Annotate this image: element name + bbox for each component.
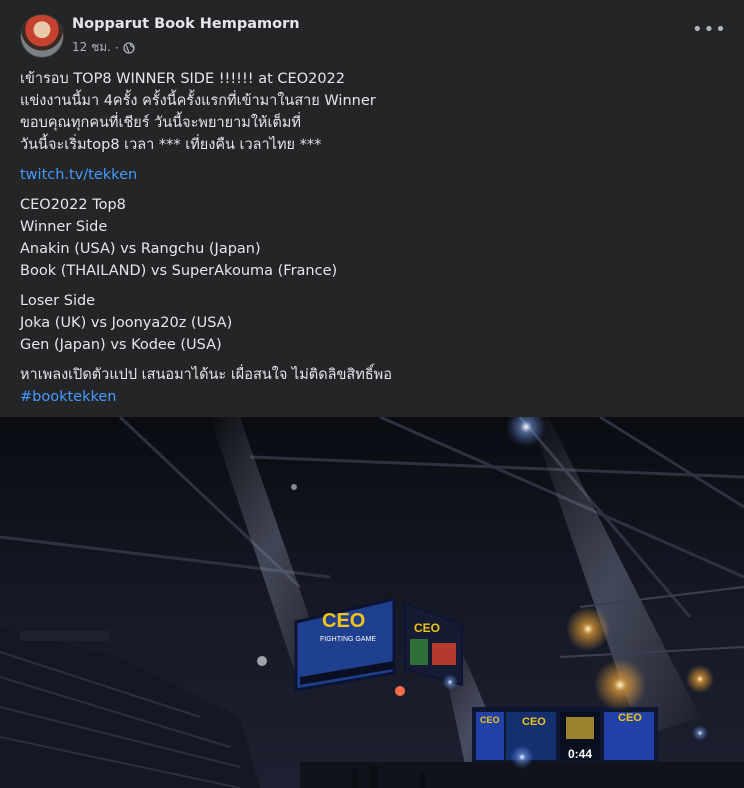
stage-screen-right: CEO	[618, 712, 642, 724]
post-text: เข้ารอบ TOP8 WINNER SIDE !!!!!! at CEO20…	[20, 68, 720, 408]
facebook-post: Nopparut Book Hempamorn 12 ชม. · ••• เข้…	[0, 0, 744, 788]
meta-separator: ·	[114, 40, 119, 55]
text-line: ขอบคุณทุกคนที่เชียร์ วันนี้จะพยายามให้เต…	[20, 115, 301, 131]
winner-side-label: Winner Side	[20, 219, 108, 235]
avatar[interactable]	[20, 14, 64, 58]
loser-side-label: Loser Side	[20, 293, 96, 309]
stage-screen-mid: CEO	[522, 716, 546, 728]
bracket-title: CEO2022 Top8	[20, 197, 126, 213]
text-line: แข่งงานนี้มา 4ครั้ง ครั้งนี้ครั้งแรกที่เ…	[20, 93, 376, 109]
screen-subtitle: FIGHTING GAME	[320, 636, 376, 643]
hashtag-link[interactable]: #booktekken	[20, 386, 720, 408]
match-line: Gen (Japan) vs Kodee (USA)	[20, 337, 222, 353]
post-time[interactable]: 12 ชม.	[72, 38, 111, 57]
author-name[interactable]: Nopparut Book Hempamorn	[72, 16, 300, 32]
stage-screen-left: CEO	[480, 715, 500, 725]
text-line: เข้ารอบ TOP8 WINNER SIDE !!!!!! at CEO20…	[20, 71, 346, 87]
match-line: Joka (UK) vs Joonya20z (USA)	[20, 315, 233, 331]
closing-line: หาเพลงเปิดตัวแปป เสนอมาได้นะ เผื่อสนใจ ไ…	[20, 367, 392, 383]
side-screen-logo: CEO	[414, 621, 440, 635]
twitch-link[interactable]: twitch.tv/tekken	[20, 164, 720, 186]
more-options-icon[interactable]: •••	[692, 20, 726, 40]
post-meta: 12 ชม. ·	[72, 38, 135, 57]
match-line: Book (THAILAND) vs SuperAkouma (France)	[20, 263, 338, 279]
stage-timer: 0:44	[568, 747, 592, 761]
post-header: Nopparut Book Hempamorn 12 ชม. · •••	[20, 14, 726, 58]
screen-logo: CEO	[322, 610, 365, 632]
post-photo[interactable]: CEO FIGHTING GAME CEO CEO CEO CEO 0:44	[0, 417, 744, 788]
text-line: วันนี้จะเริ่มtop8 เวลา *** เที่ยงคืน เวล…	[20, 137, 322, 153]
match-line: Anakin (USA) vs Rangchu (Japan)	[20, 241, 261, 257]
globe-icon[interactable]	[123, 41, 135, 54]
